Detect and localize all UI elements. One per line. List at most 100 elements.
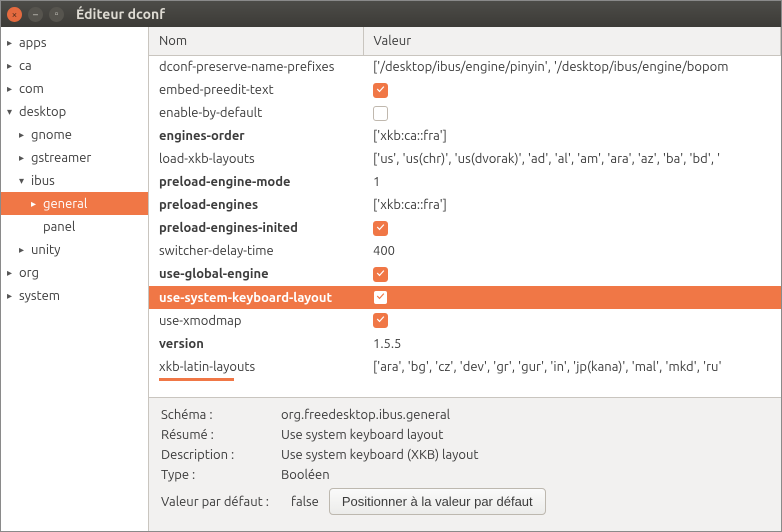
key-value[interactable]: 1 (363, 171, 781, 194)
sidebar-item-unity[interactable]: ▸unity (1, 238, 148, 261)
resume-label: Résumé : (161, 428, 281, 442)
sidebar-item-label: general (43, 197, 87, 211)
key-value[interactable] (363, 217, 781, 240)
key-value[interactable]: ['us', 'us(chr)', 'us(dvorak)', 'ad', 'a… (363, 148, 781, 171)
chevron-right-icon: ▸ (19, 152, 29, 164)
description-label: Description : (161, 448, 281, 462)
sidebar-item-label: org (19, 266, 39, 280)
checkbox[interactable] (373, 313, 388, 328)
key-value[interactable] (363, 263, 781, 286)
sidebar-item-org[interactable]: ▸org (1, 261, 148, 284)
sidebar-item-label: desktop (19, 105, 66, 119)
chevron-down-icon: ▾ (19, 175, 29, 187)
key-name: preload-engine-mode (149, 171, 363, 194)
key-name: xkb-latin-layouts (149, 355, 363, 378)
checkbox[interactable] (373, 106, 388, 121)
sidebar-item-apps[interactable]: ▸apps (1, 31, 148, 54)
main-pane: Nom Valeur dconf-preserve-name-prefixes[… (149, 27, 781, 531)
window: × – ▫ Éditeur dconf ▸apps▸ca▸com▾desktop… (0, 0, 782, 532)
minimize-icon[interactable]: – (28, 7, 43, 22)
reset-default-button[interactable]: Positionner à la valeur par défaut (329, 488, 546, 515)
sidebar-item-ibus[interactable]: ▾ibus (1, 169, 148, 192)
key-value[interactable]: ['xkb:ca::fra'] (363, 125, 781, 148)
resume-value: Use system keyboard layout (281, 428, 769, 442)
key-value[interactable] (363, 286, 781, 309)
sidebar-item-label: panel (43, 220, 75, 234)
key-name: engines-order (149, 125, 363, 148)
maximize-icon[interactable]: ▫ (49, 7, 64, 22)
table-row[interactable]: load-xkb-layouts['us', 'us(chr)', 'us(dv… (149, 148, 781, 171)
type-label: Type : (161, 468, 281, 482)
table-row[interactable]: engines-order['xkb:ca::fra'] (149, 125, 781, 148)
details-pane: Schéma : org.freedesktop.ibus.general Ré… (149, 398, 781, 531)
chevron-right-icon: ▸ (7, 83, 17, 95)
chevron-right-icon: ▸ (7, 267, 17, 279)
chevron-right-icon: ▸ (7, 37, 17, 49)
key-name: dconf-preserve-name-prefixes (149, 56, 363, 79)
sidebar-item-gstreamer[interactable]: ▸gstreamer (1, 146, 148, 169)
body: ▸apps▸ca▸com▾desktop▸gnome▸gstreamer▾ibu… (1, 27, 781, 531)
chevron-right-icon: ▸ (7, 60, 17, 72)
table-row[interactable]: dconf-preserve-name-prefixes['/desktop/i… (149, 56, 781, 79)
sidebar-item-general[interactable]: ▸general (1, 192, 148, 215)
table-row[interactable]: enable-by-default (149, 102, 781, 125)
chevron-right-icon: ▸ (31, 198, 41, 210)
key-value[interactable] (363, 79, 781, 102)
key-value[interactable]: ['ara', 'bg', 'cz', 'dev', 'gr', 'gur', … (363, 355, 781, 378)
window-title: Éditeur dconf (76, 6, 165, 22)
checkbox[interactable] (373, 83, 388, 98)
chevron-right-icon: ▸ (19, 244, 29, 256)
key-value[interactable]: 1.5.5 (363, 332, 781, 355)
key-name: enable-by-default (149, 102, 363, 125)
key-value[interactable]: ['xkb:ca::fra'] (363, 194, 781, 217)
key-name: load-xkb-layouts (149, 148, 363, 171)
schema-label: Schéma : (161, 408, 281, 422)
sidebar-item-label: apps (19, 36, 47, 50)
key-table: Nom Valeur dconf-preserve-name-prefixes[… (149, 27, 781, 378)
table-row[interactable]: preload-engines['xkb:ca::fra'] (149, 194, 781, 217)
column-header-valeur[interactable]: Valeur (363, 27, 781, 56)
key-value[interactable] (363, 309, 781, 332)
key-table-area[interactable]: Nom Valeur dconf-preserve-name-prefixes[… (149, 27, 781, 398)
table-row[interactable]: switcher-delay-time400 (149, 240, 781, 263)
table-row[interactable]: version1.5.5 (149, 332, 781, 355)
checkbox[interactable] (373, 221, 388, 236)
checkbox[interactable] (373, 267, 388, 282)
key-name: preload-engines (149, 194, 363, 217)
titlebar: × – ▫ Éditeur dconf (1, 1, 781, 27)
key-name: embed-preedit-text (149, 79, 363, 102)
sidebar-item-label: ibus (31, 174, 55, 188)
key-value[interactable]: 400 (363, 240, 781, 263)
table-row[interactable]: use-system-keyboard-layout (149, 286, 781, 309)
default-value: false (291, 495, 319, 509)
sidebar-item-desktop[interactable]: ▾desktop (1, 100, 148, 123)
table-row[interactable]: use-global-engine (149, 263, 781, 286)
column-header-nom[interactable]: Nom (149, 27, 363, 56)
chevron-down-icon: ▾ (7, 106, 17, 118)
table-row[interactable]: preload-engine-mode1 (149, 171, 781, 194)
sidebar-item-label: unity (31, 243, 60, 257)
table-row[interactable]: embed-preedit-text (149, 79, 781, 102)
key-name: preload-engines-inited (149, 217, 363, 240)
sidebar-item-gnome[interactable]: ▸gnome (1, 123, 148, 146)
sidebar-item-com[interactable]: ▸com (1, 77, 148, 100)
key-name: use-xmodmap (149, 309, 363, 332)
selection-underline (159, 378, 234, 381)
sidebar-item-label: com (19, 82, 44, 96)
schema-tree[interactable]: ▸apps▸ca▸com▾desktop▸gnome▸gstreamer▾ibu… (1, 27, 149, 531)
key-value[interactable]: ['/desktop/ibus/engine/pinyin', '/deskto… (363, 56, 781, 79)
sidebar-item-system[interactable]: ▸system (1, 284, 148, 307)
key-name: version (149, 332, 363, 355)
table-row[interactable]: xkb-latin-layouts['ara', 'bg', 'cz', 'de… (149, 355, 781, 378)
sidebar-item-panel[interactable]: panel (1, 215, 148, 238)
table-row[interactable]: preload-engines-inited (149, 217, 781, 240)
sidebar-item-ca[interactable]: ▸ca (1, 54, 148, 77)
key-name: use-global-engine (149, 263, 363, 286)
description-value: Use system keyboard (XKB) layout (281, 448, 769, 462)
sidebar-item-label: system (19, 289, 60, 303)
chevron-right-icon: ▸ (7, 290, 17, 302)
close-icon[interactable]: × (7, 7, 22, 22)
table-row[interactable]: use-xmodmap (149, 309, 781, 332)
key-value[interactable] (363, 102, 781, 125)
checkbox[interactable] (373, 290, 388, 305)
